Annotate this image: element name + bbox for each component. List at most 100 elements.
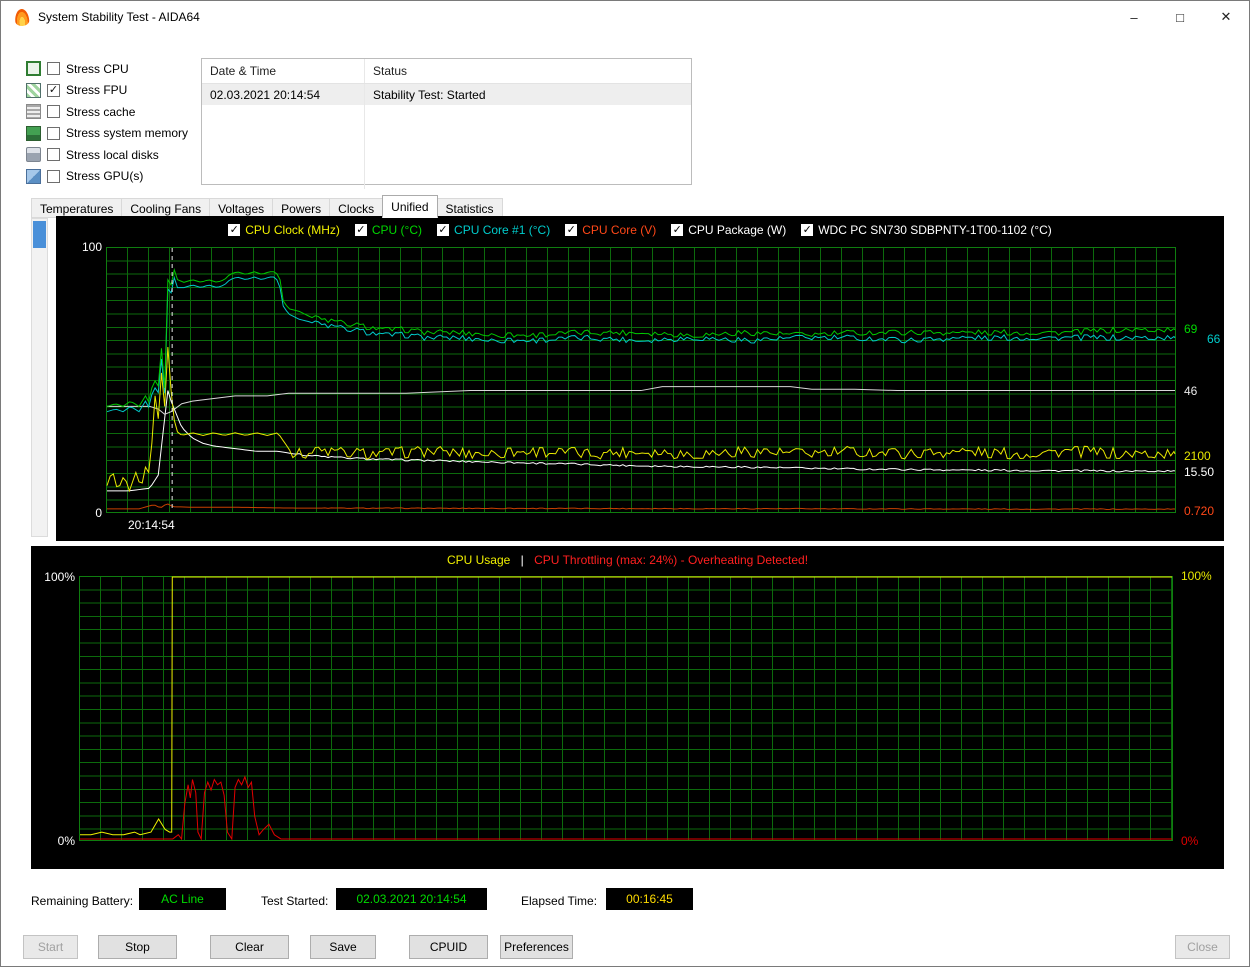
cpu-icon [26, 61, 41, 77]
save-button[interactable]: Save [310, 935, 376, 959]
value-label-cpu-temp: 69 [1184, 322, 1198, 337]
preferences-button[interactable]: Preferences [500, 935, 573, 959]
maximize-button[interactable]: □ [1157, 1, 1203, 33]
log-row[interactable]: 02.03.2021 20:14:54 Stability Test: Star… [202, 84, 691, 105]
usage-right-max-label: 100% [1181, 569, 1212, 583]
unified-x-axis-time: 20:14:54 [128, 518, 175, 532]
usage-right-value-labels: 100% 0% [1177, 569, 1223, 848]
tab-voltages[interactable]: Voltages [209, 198, 274, 218]
value-label-cpu-core1-temp: 66 [1207, 332, 1221, 347]
stress-cpu-checkbox[interactable] [47, 62, 60, 76]
legend-cpu-core1-temp-checkbox[interactable]: ✓ [437, 224, 450, 236]
legend-cpu-core-voltage-checkbox[interactable]: ✓ [565, 224, 578, 236]
chart-scrollbar[interactable] [31, 218, 48, 537]
system-stability-test-window: System Stability Test - AIDA64 – □ ✕ Str… [0, 0, 1250, 967]
legend-disk-temp: ✓ WDC PC SN730 SDBPNTY-1T00-1102 (°C) [801, 223, 1052, 237]
usage-right-min-label: 0% [1181, 834, 1199, 848]
tab-clocks[interactable]: Clocks [329, 198, 384, 218]
usage-chart-plot [79, 576, 1173, 841]
minimize-button[interactable]: – [1111, 1, 1157, 33]
log-empty-row [202, 168, 691, 189]
fpu-icon [26, 82, 41, 98]
legend-cpu-temp-checkbox[interactable]: ✓ [354, 224, 367, 236]
close-button[interactable]: Close [1175, 935, 1230, 959]
log-empty-row [202, 126, 691, 147]
usage-chart-lines [80, 577, 1172, 840]
app-icon-flame [14, 8, 30, 26]
legend-cpu-package-power-checkbox[interactable]: ✓ [671, 224, 684, 236]
stress-fpu-row: ✓ Stress FPU [26, 80, 188, 102]
stress-memory-checkbox[interactable] [47, 126, 60, 140]
stress-fpu-checkbox[interactable]: ✓ [47, 83, 60, 97]
unified-y-axis-min: 0 [95, 506, 102, 520]
stress-disks-row: Stress local disks [26, 144, 188, 166]
usage-y-axis-max: 100% [44, 570, 75, 584]
legend-disk-temp-checkbox[interactable]: ✓ [801, 224, 814, 236]
value-label-disk-temp: 46 [1184, 384, 1198, 399]
chart-scrollbar-thumb[interactable] [33, 221, 46, 248]
stress-cache-checkbox[interactable] [47, 105, 60, 119]
stress-gpu-checkbox[interactable] [47, 169, 60, 183]
gpu-icon [26, 168, 41, 184]
log-table-header: Date & Time Status [202, 59, 691, 84]
value-label-cpu-package-power: 15.50 [1184, 465, 1215, 480]
stop-button[interactable]: Stop [98, 935, 177, 959]
legend-cpu-package-power: ✓ CPU Package (W) [671, 223, 787, 237]
titlebar: System Stability Test - AIDA64 – □ ✕ [1, 1, 1249, 33]
unified-chart-plot [106, 247, 1176, 513]
remaining-battery-value: AC Line [139, 888, 226, 910]
stress-gpu-label: Stress GPU(s) [66, 169, 144, 184]
chart-tabs: Temperatures Cooling Fans Voltages Power… [31, 195, 503, 218]
clear-button[interactable]: Clear [210, 935, 289, 959]
log-table: Date & Time Status 02.03.2021 20:14:54 S… [201, 58, 692, 189]
log-column-status[interactable]: Status [365, 59, 691, 83]
value-label-cpu-core-voltage: 0.720 [1184, 503, 1215, 518]
memory-icon [26, 125, 41, 141]
tab-temperatures[interactable]: Temperatures [31, 198, 123, 218]
legend-cpu-core1-temp: ✓ CPU Core #1 (°C) [437, 223, 551, 237]
log-empty-row [202, 147, 691, 168]
unified-right-value-labels: 69 66 46 2100 15.50 0.720 [1180, 247, 1224, 517]
usage-chart-panel: CPU Usage | CPU Throttling (max: 24%) - … [31, 546, 1224, 869]
unified-chart-legend: ✓ CPU Clock (MHz) ✓ CPU (°C) ✓ CPU Core … [56, 223, 1224, 237]
disk-icon [26, 147, 41, 163]
tab-powers[interactable]: Powers [272, 198, 331, 218]
stress-memory-label: Stress system memory [66, 126, 189, 141]
usage-title-cpu-usage: CPU Usage [446, 553, 511, 567]
unified-y-axis-max: 100 [81, 240, 102, 254]
remaining-battery-label: Remaining Battery: [31, 894, 134, 908]
tab-unified[interactable]: Unified [382, 195, 438, 218]
stress-gpu-row: Stress GPU(s) [26, 166, 188, 188]
start-button[interactable]: Start [23, 935, 78, 959]
legend-cpu-core-voltage: ✓ CPU Core (V) [565, 223, 657, 237]
stress-memory-row: Stress system memory [26, 123, 188, 145]
stress-cache-label: Stress cache [66, 104, 136, 119]
elapsed-time-label: Elapsed Time: [521, 894, 598, 908]
cpuid-button[interactable]: CPUID [409, 935, 488, 959]
stress-disks-checkbox[interactable] [47, 148, 60, 162]
stress-cache-row: Stress cache [26, 101, 188, 123]
log-empty-row [202, 105, 691, 126]
cache-icon [26, 104, 41, 120]
stress-fpu-label: Stress FPU [66, 83, 128, 98]
log-cell-datetime: 02.03.2021 20:14:54 [202, 84, 365, 105]
log-column-date-time[interactable]: Date & Time [202, 59, 365, 83]
elapsed-time-value: 00:16:45 [606, 888, 693, 910]
window-controls: – □ ✕ [1111, 1, 1249, 33]
unified-chart-lines [107, 248, 1175, 512]
test-started-label: Test Started: [261, 894, 329, 908]
usage-chart-title: CPU Usage | CPU Throttling (max: 24%) - … [31, 553, 1224, 567]
tab-statistics[interactable]: Statistics [436, 198, 503, 218]
legend-cpu-clock: ✓ CPU Clock (MHz) [228, 223, 340, 237]
stress-cpu-label: Stress CPU [66, 61, 129, 76]
legend-cpu-clock-checkbox[interactable]: ✓ [228, 224, 241, 236]
test-started-value: 02.03.2021 20:14:54 [336, 888, 487, 910]
close-icon[interactable]: ✕ [1203, 1, 1249, 33]
stress-disks-label: Stress local disks [66, 147, 159, 162]
value-label-cpu-clock: 2100 [1184, 449, 1211, 464]
stress-cpu-row: Stress CPU [26, 58, 188, 80]
tab-cooling-fans[interactable]: Cooling Fans [121, 198, 211, 218]
usage-title-separator: | [520, 553, 524, 567]
window-title: System Stability Test - AIDA64 [38, 10, 200, 24]
usage-y-axis-min: 0% [57, 834, 75, 848]
